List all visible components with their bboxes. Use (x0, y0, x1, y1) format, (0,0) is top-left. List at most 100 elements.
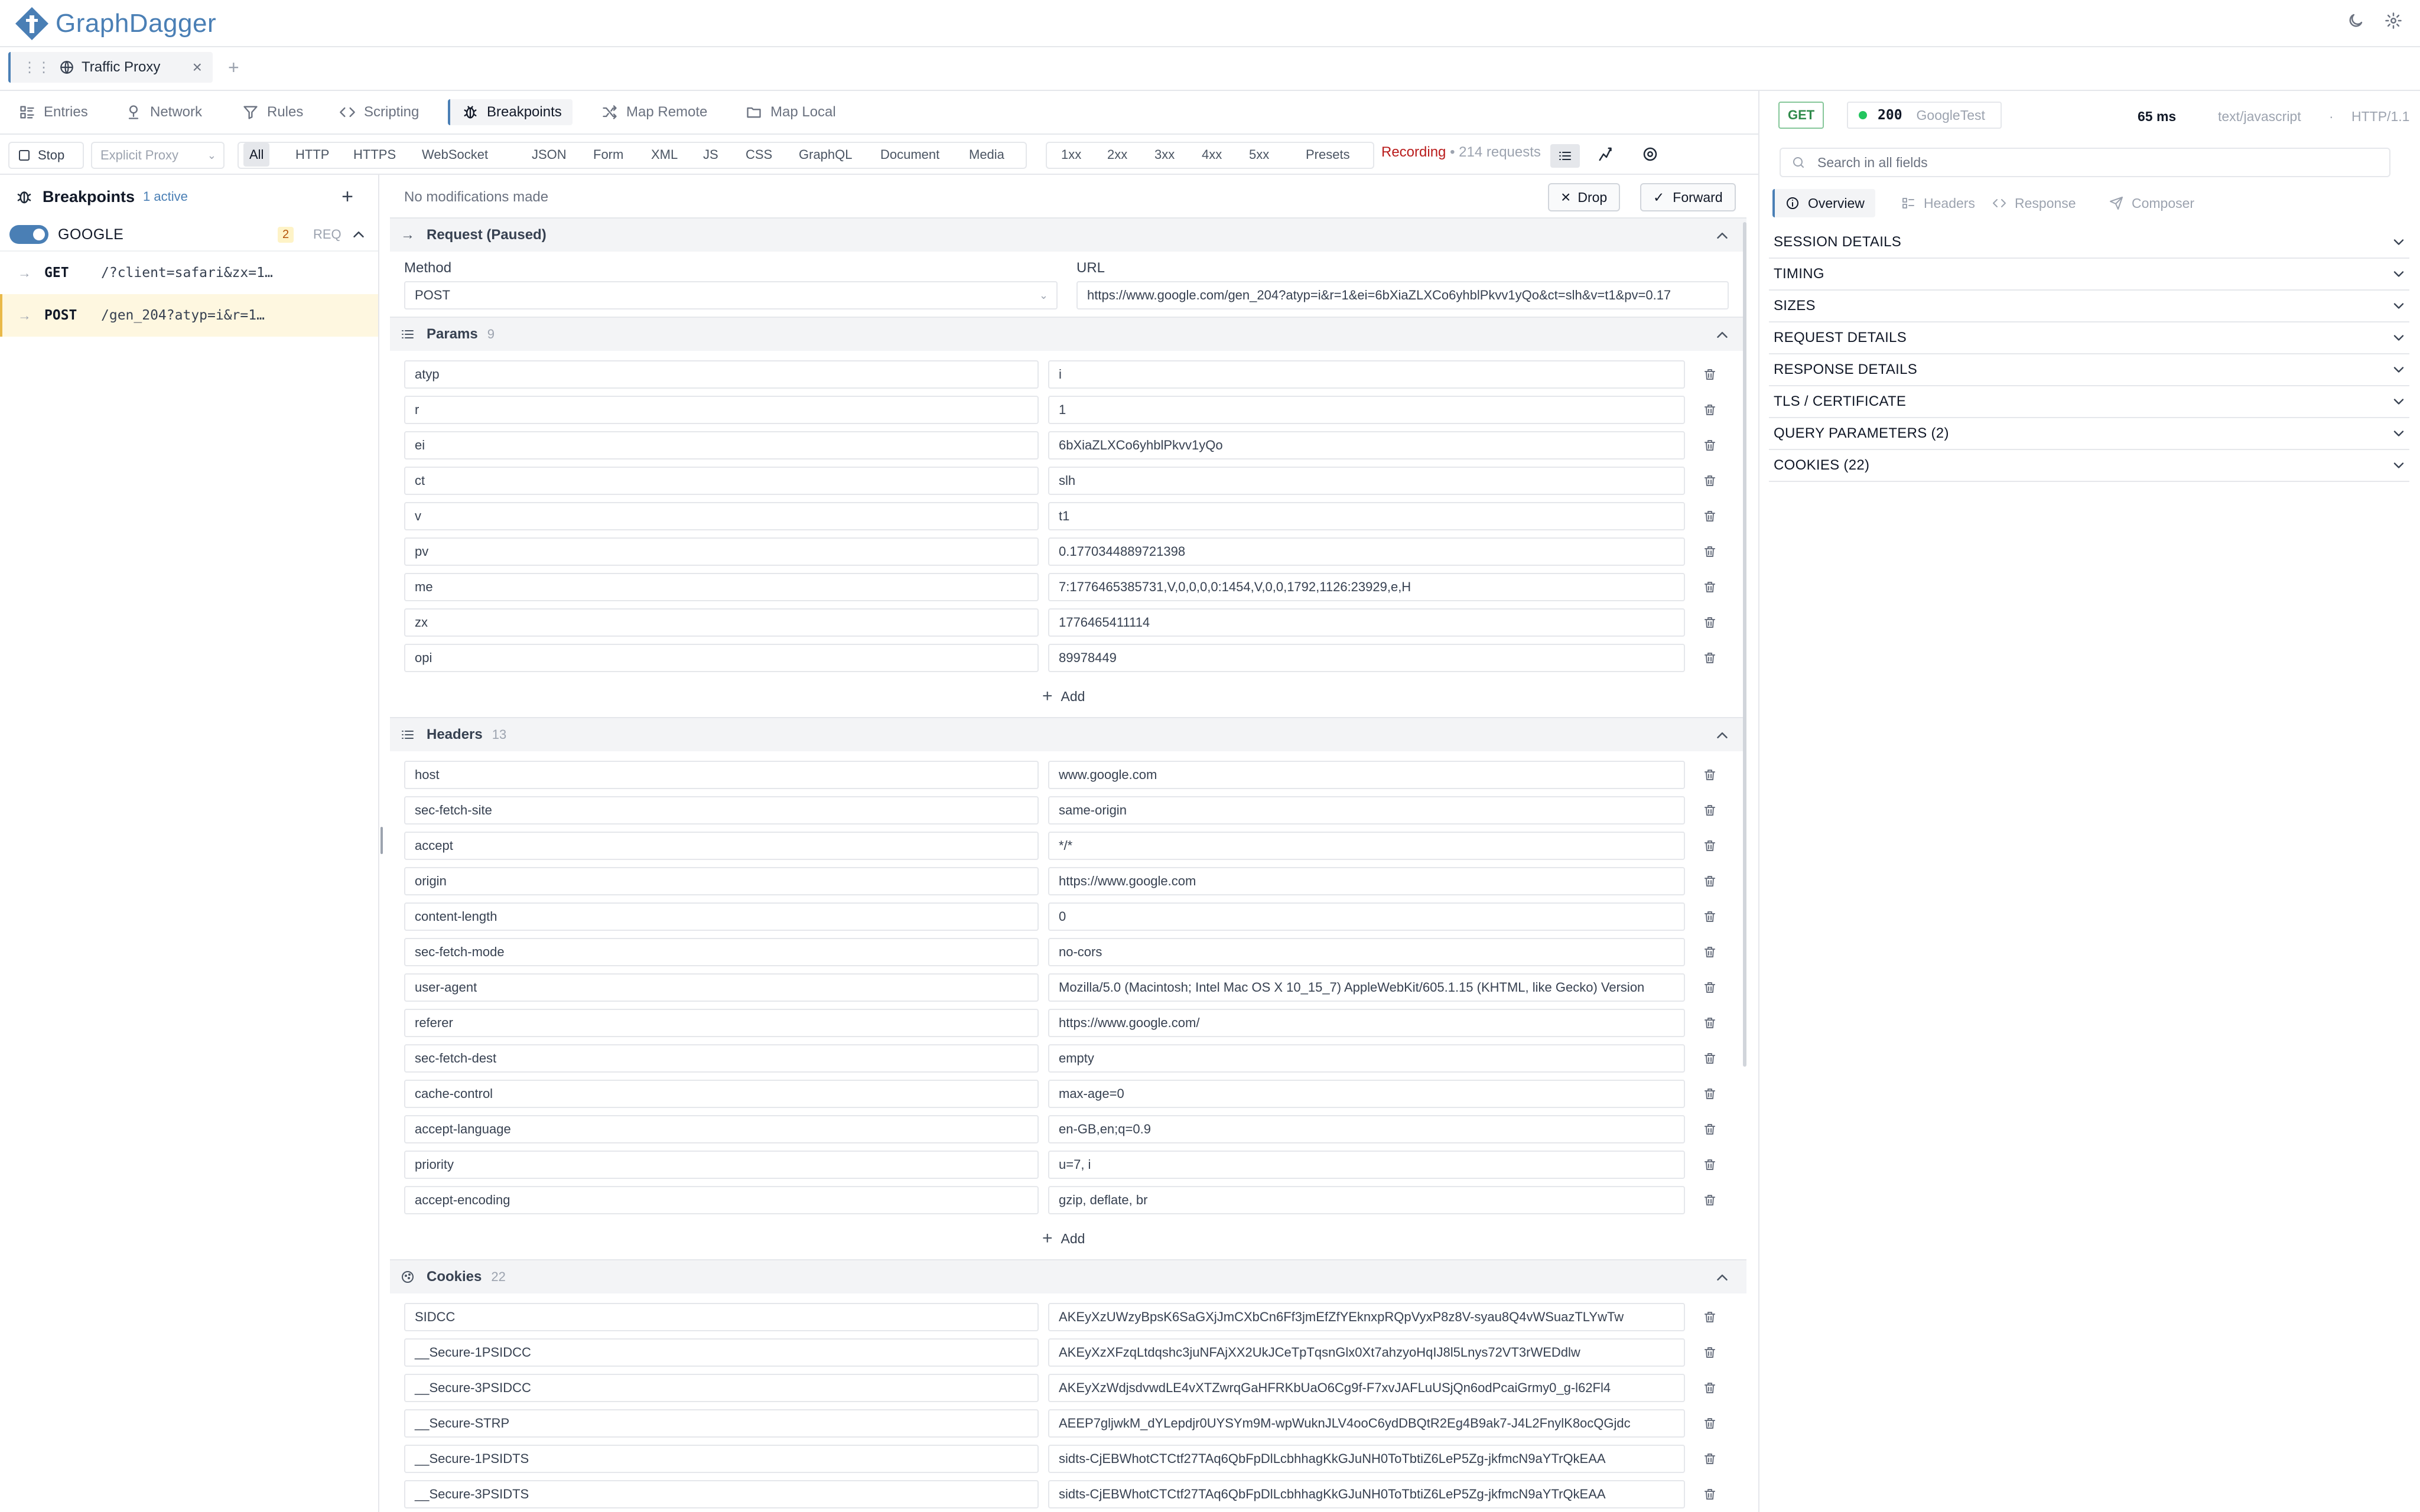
trash-icon[interactable] (1703, 651, 1717, 665)
filter-all[interactable]: All (243, 143, 270, 167)
param-value-input[interactable]: 6bXiaZLXCo6yhblPkvv1yQo (1048, 431, 1685, 460)
add-param-button[interactable]: + Add (1042, 686, 1085, 706)
filter-json[interactable]: JSON (526, 143, 573, 167)
header-key-input[interactable]: origin (404, 867, 1039, 895)
inspector-section[interactable]: COOKIES (22) (1769, 450, 2409, 482)
header-key-input[interactable]: content-length (404, 902, 1039, 931)
header-value-input[interactable]: max-age=0 (1048, 1080, 1685, 1108)
header-key-input[interactable]: referer (404, 1009, 1039, 1037)
trash-icon[interactable] (1703, 403, 1717, 417)
trash-icon[interactable] (1703, 545, 1717, 559)
trash-icon[interactable] (1703, 438, 1717, 452)
filter-document[interactable]: Document (874, 143, 945, 167)
trash-icon[interactable] (1703, 768, 1717, 782)
param-key-input[interactable]: r (404, 396, 1039, 424)
param-key-input[interactable]: zx (404, 608, 1039, 637)
nav-map-remote[interactable]: Map Remote (601, 99, 707, 125)
chevron-up-icon[interactable] (1713, 1269, 1731, 1286)
add-header-button[interactable]: + Add (1042, 1228, 1085, 1249)
param-key-input[interactable]: opi (404, 644, 1039, 672)
trash-icon[interactable] (1703, 1416, 1717, 1430)
trash-icon[interactable] (1703, 1452, 1717, 1466)
trash-icon[interactable] (1703, 803, 1717, 817)
header-key-input[interactable]: accept (404, 832, 1039, 860)
param-value-input[interactable]: 1776465411114 (1048, 608, 1685, 637)
request-section-header[interactable]: → Request (Paused) (390, 217, 1746, 252)
cookie-key-input[interactable]: __Secure-3PSIDCC (404, 1374, 1039, 1402)
header-value-input[interactable]: www.google.com (1048, 761, 1685, 789)
header-key-input[interactable]: cache-control (404, 1080, 1039, 1108)
cookie-value-input[interactable]: AKEyXzXFzqLtdqshc3juNFAjXX2UkJCeTpTqsnGl… (1048, 1338, 1685, 1367)
inspector-search-input[interactable]: Search in all fields (1780, 148, 2390, 177)
param-key-input[interactable]: me (404, 573, 1039, 601)
cookie-key-input[interactable]: __Secure-3PSIDTS (404, 1480, 1039, 1508)
chevron-up-icon[interactable] (1713, 726, 1731, 744)
inspector-section[interactable]: TLS / CERTIFICATE (1769, 386, 2409, 418)
nav-network[interactable]: Network (125, 99, 202, 125)
trash-icon[interactable] (1703, 839, 1717, 853)
trash-icon[interactable] (1703, 1016, 1717, 1030)
inspector-section[interactable]: RESPONSE DETAILS (1769, 354, 2409, 386)
nav-entries[interactable]: Entries (19, 99, 88, 125)
cookie-key-input[interactable]: __Secure-1PSIDTS (404, 1445, 1039, 1473)
chevron-up-icon[interactable] (350, 226, 367, 243)
filter-2xx[interactable]: 2xx (1101, 143, 1133, 167)
header-value-input[interactable]: Mozilla/5.0 (Macintosh; Intel Mac OS X 1… (1048, 973, 1685, 1002)
filter-js[interactable]: JS (697, 143, 724, 167)
header-value-input[interactable]: u=7, i (1048, 1151, 1685, 1179)
close-tab-icon[interactable]: × (193, 58, 202, 77)
trash-icon[interactable] (1703, 615, 1717, 630)
cookie-value-input[interactable]: AKEyXzWdjsdvwdLE4vXTZwrqGaHFRKbUaO6Cg9f-… (1048, 1374, 1685, 1402)
params-section-header[interactable]: Params 9 (390, 317, 1746, 351)
header-key-input[interactable]: priority (404, 1151, 1039, 1179)
filter-form[interactable]: Form (587, 143, 629, 167)
header-value-input[interactable]: no-cors (1048, 938, 1685, 966)
trash-icon[interactable] (1703, 1345, 1717, 1360)
trash-icon[interactable] (1703, 580, 1717, 594)
method-select[interactable]: POST ⌄ (404, 281, 1058, 309)
param-value-input[interactable]: 7:1776465385731,V,0,0,0,0:1454,V,0,0,179… (1048, 573, 1685, 601)
header-key-input[interactable]: host (404, 761, 1039, 789)
header-key-input[interactable]: accept-language (404, 1115, 1039, 1143)
drop-button[interactable]: × Drop (1548, 183, 1621, 211)
new-tab-plus-icon[interactable]: + (228, 57, 239, 79)
param-value-input[interactable]: 1 (1048, 396, 1685, 424)
param-key-input[interactable]: atyp (404, 360, 1039, 389)
cookie-value-input[interactable]: AKEyXzUWzyBpsK6SaGXjJmCXbCn6Ff3jmEfZfYEk… (1048, 1303, 1685, 1331)
proxy-mode-select[interactable]: Explicit Proxy ⌄ (91, 142, 225, 169)
breakpoint-row-get[interactable]: → GET /?client=safari&zx=1… (0, 252, 378, 294)
param-key-input[interactable]: ct (404, 467, 1039, 495)
header-key-input[interactable]: sec-fetch-dest (404, 1044, 1039, 1073)
tab-composer[interactable]: Composer (2109, 189, 2194, 217)
filter-5xx[interactable]: 5xx (1243, 143, 1275, 167)
header-value-input[interactable]: gzip, deflate, br (1048, 1186, 1685, 1214)
trash-icon[interactable] (1703, 1310, 1717, 1324)
trash-icon[interactable] (1703, 1193, 1717, 1207)
param-value-input[interactable]: t1 (1048, 502, 1685, 530)
cookie-key-input[interactable]: __Secure-STRP (404, 1409, 1039, 1438)
filter-css[interactable]: CSS (740, 143, 778, 167)
header-value-input[interactable]: https://www.google.com/ (1048, 1009, 1685, 1037)
trash-icon[interactable] (1703, 1051, 1717, 1065)
trash-icon[interactable] (1703, 910, 1717, 924)
nav-scripting[interactable]: Scripting (339, 99, 419, 125)
settings-gear-icon[interactable] (2385, 12, 2402, 30)
forward-button[interactable]: ✓ Forward (1640, 183, 1736, 211)
trash-icon[interactable] (1703, 1122, 1717, 1136)
cookie-value-input[interactable]: AEEP7gljwkM_dYLepdjr0UYSYm9M-wpWuknJLV4o… (1048, 1409, 1685, 1438)
drag-handle-icon[interactable]: ⋮⋮ (22, 59, 51, 76)
chevron-up-icon[interactable] (1713, 227, 1731, 245)
trash-icon[interactable] (1703, 1487, 1717, 1501)
trash-icon[interactable] (1703, 474, 1717, 488)
theme-toggle-icon[interactable] (2347, 12, 2364, 30)
header-value-input[interactable]: */* (1048, 832, 1685, 860)
cookie-value-input[interactable]: sidts-CjEBWhotCTCtf27TAq6QbFpDlLcbhhagKk… (1048, 1445, 1685, 1473)
breakpoint-row-post-selected[interactable]: → POST /gen_204?atyp=i&r=1… (0, 294, 378, 337)
cookie-key-input[interactable]: __Secure-1PSIDCC (404, 1338, 1039, 1367)
trash-icon[interactable] (1703, 874, 1717, 888)
param-value-input[interactable]: 0.1770344889721398 (1048, 537, 1685, 566)
header-key-input[interactable]: sec-fetch-mode (404, 938, 1039, 966)
stop-recording-button[interactable]: Stop (8, 142, 84, 169)
inspector-section[interactable]: REQUEST DETAILS (1769, 322, 2409, 354)
inspector-section[interactable]: QUERY PARAMETERS (2) (1769, 418, 2409, 450)
